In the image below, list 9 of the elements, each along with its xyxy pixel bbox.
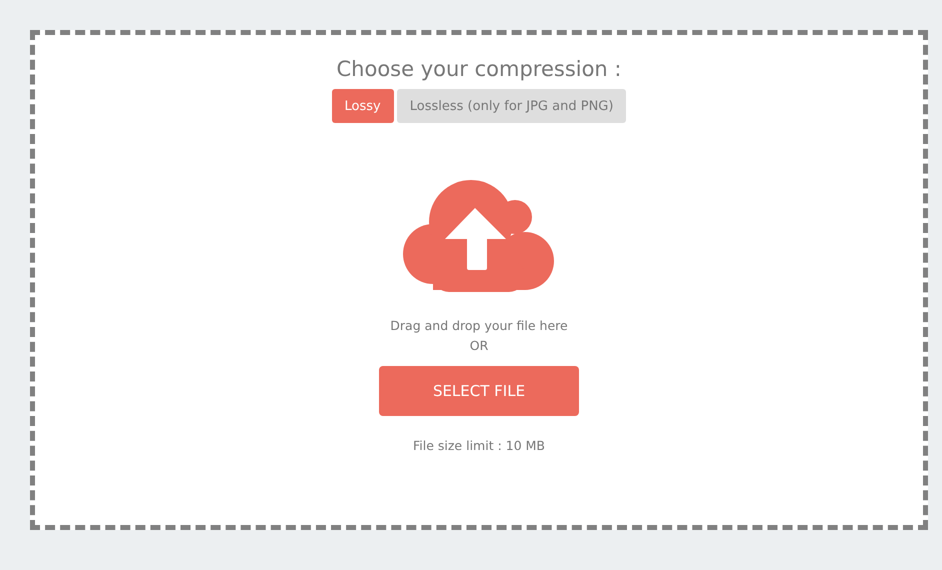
or-text: OR (468, 337, 490, 355)
compression-tab[interactable]: Lossy (332, 89, 394, 123)
drop-zone[interactable]: Choose your compression : Lossy Lossless (only for JPG and PNG) Drag and drop your file here OR SELECT FILE File size limit : 10 MB (30, 30, 928, 530)
compression-tab[interactable]: Lossless (only for JPG and PNG) (396, 89, 626, 123)
cloud-upload-icon (403, 180, 555, 292)
size-limit-text: File size limit : 10 MB (413, 438, 545, 453)
drop-hint: Drag and drop your file here (390, 317, 568, 335)
select-file-button[interactable]: SELECT FILE (379, 366, 579, 416)
title: Choose your compression : (336, 57, 622, 81)
